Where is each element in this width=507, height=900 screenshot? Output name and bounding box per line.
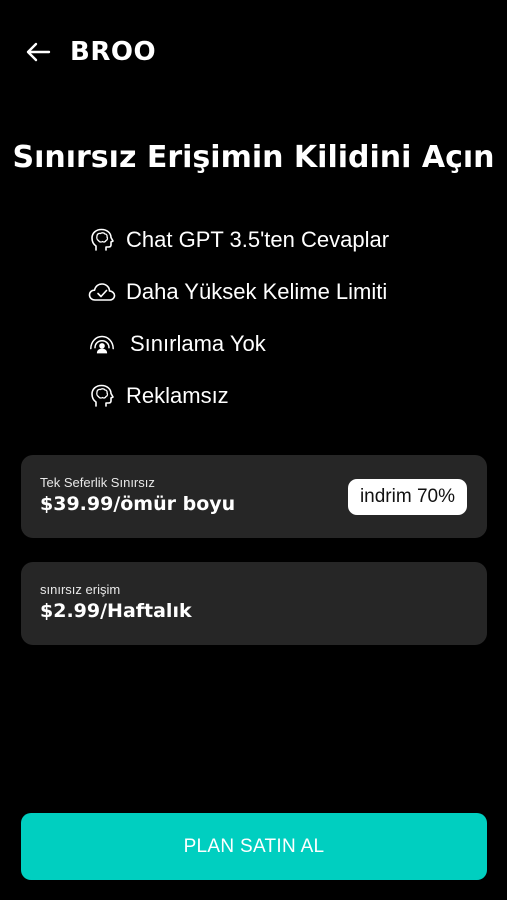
brain-head-icon [88,226,116,254]
header: BROO [22,30,156,74]
plan-price: $39.99/ömür boyu [40,493,236,515]
feature-item: Sınırlama Yok [88,318,389,370]
app-brand: BROO [70,37,157,67]
back-button[interactable] [22,36,54,68]
plan-weekly-card[interactable]: sınırsız erişim $2.99/Haftalık [21,562,487,645]
page-title: Sınırsız Erişimin Kilidini Açın [12,140,495,175]
cloud-check-icon [88,278,116,306]
arrow-left-icon [26,42,51,62]
feature-item: Chat GPT 3.5'ten Cevaplar [88,214,389,266]
plan-label: Tek Seferlik Sınırsız [40,475,155,490]
feature-item: Daha Yüksek Kelime Limiti [88,266,389,318]
discount-badge: indrim 70% [347,479,467,515]
plan-label: sınırsız erişim [40,582,121,597]
plan-price: $2.99/Haftalık [40,600,192,622]
feature-list: Chat GPT 3.5'ten Cevaplar Daha Yüksek Ke… [88,214,389,422]
feature-label: Chat GPT 3.5'ten Cevaplar [126,227,390,252]
brain-head-icon [88,382,116,410]
feature-label: Reklamsız [126,383,229,408]
feature-item: Reklamsız [88,370,389,422]
purchase-plan-button[interactable]: PLAN SATIN AL [21,813,487,880]
feature-label: Sınırlama Yok [130,331,266,356]
feature-label: Daha Yüksek Kelime Limiti [126,279,388,304]
plan-lifetime-card[interactable]: Tek Seferlik Sınırsız $39.99/ömür boyu i… [21,455,487,538]
user-signal-icon [88,330,116,358]
